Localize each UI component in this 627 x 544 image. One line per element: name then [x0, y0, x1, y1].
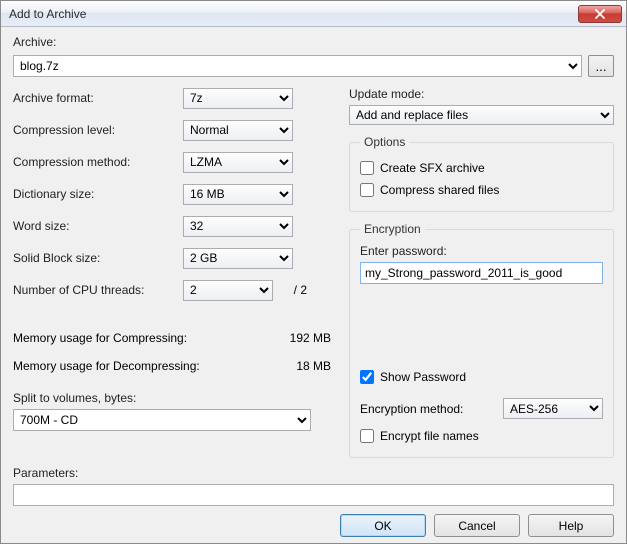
mem-compress-value: 192 MB	[271, 331, 331, 345]
left-column: Archive format: 7z Compression level: No…	[13, 87, 331, 458]
dialog-content: Archive: blog.7z ... Archive format: 7z …	[1, 27, 626, 543]
ok-button[interactable]: OK	[340, 514, 426, 537]
close-icon	[594, 9, 606, 19]
show-password-label: Show Password	[380, 370, 466, 384]
dialog-window: Add to Archive Archive: blog.7z ... Arch…	[0, 0, 627, 544]
dialog-button-row: OK Cancel Help	[13, 510, 614, 537]
solid-block-size-label: Solid Block size:	[13, 251, 183, 265]
cancel-button[interactable]: Cancel	[434, 514, 520, 537]
mem-decompress-value: 18 MB	[271, 359, 331, 373]
help-button[interactable]: Help	[528, 514, 614, 537]
archive-label: Archive:	[13, 35, 614, 49]
password-input[interactable]	[360, 262, 603, 284]
parameters-input[interactable]	[13, 484, 614, 506]
compression-method-label: Compression method:	[13, 155, 183, 169]
compress-shared-label: Compress shared files	[380, 183, 499, 197]
word-size-select[interactable]: 32	[183, 216, 293, 237]
split-volumes-combo[interactable]: 700M - CD	[13, 409, 311, 431]
solid-block-size-select[interactable]: 2 GB	[183, 248, 293, 269]
compression-method-select[interactable]: LZMA	[183, 152, 293, 173]
ellipsis-icon: ...	[595, 59, 606, 74]
options-legend: Options	[360, 135, 409, 149]
update-mode-label: Update mode:	[349, 87, 614, 101]
encrypt-filenames-label: Encrypt file names	[380, 429, 479, 443]
encryption-group: Encryption Enter password: Show Password…	[349, 222, 614, 458]
mem-decompress-label: Memory usage for Decompressing:	[13, 359, 271, 373]
update-mode-select[interactable]: Add and replace files	[349, 105, 614, 125]
encryption-method-label: Encryption method:	[360, 402, 495, 416]
dictionary-size-select[interactable]: 16 MB	[183, 184, 293, 205]
create-sfx-checkbox[interactable]	[360, 161, 374, 175]
password-label: Enter password:	[360, 244, 603, 258]
cpu-threads-total: / 2	[279, 283, 307, 297]
archive-format-label: Archive format:	[13, 91, 183, 105]
mem-compress-label: Memory usage for Compressing:	[13, 331, 271, 345]
word-size-label: Word size:	[13, 219, 183, 233]
compression-level-label: Compression level:	[13, 123, 183, 137]
right-column: Update mode: Add and replace files Optio…	[349, 87, 614, 458]
archive-format-select[interactable]: 7z	[183, 88, 293, 109]
show-password-checkbox[interactable]	[360, 370, 374, 384]
split-volumes-label: Split to volumes, bytes:	[13, 391, 331, 405]
cpu-threads-select[interactable]: 2	[183, 280, 273, 301]
encrypt-filenames-checkbox[interactable]	[360, 429, 374, 443]
dictionary-size-label: Dictionary size:	[13, 187, 183, 201]
browse-button[interactable]: ...	[588, 55, 614, 77]
options-group: Options Create SFX archive Compress shar…	[349, 135, 614, 212]
archive-path-combo[interactable]: blog.7z	[13, 55, 582, 77]
compression-level-select[interactable]: Normal	[183, 120, 293, 141]
compress-shared-checkbox[interactable]	[360, 183, 374, 197]
titlebar: Add to Archive	[1, 1, 626, 27]
encryption-method-select[interactable]: AES-256	[503, 398, 603, 419]
close-button[interactable]	[578, 5, 622, 23]
parameters-label: Parameters:	[13, 466, 614, 480]
create-sfx-label: Create SFX archive	[380, 161, 485, 175]
window-title: Add to Archive	[9, 7, 86, 21]
cpu-threads-label: Number of CPU threads:	[13, 283, 183, 297]
encryption-legend: Encryption	[360, 222, 425, 236]
